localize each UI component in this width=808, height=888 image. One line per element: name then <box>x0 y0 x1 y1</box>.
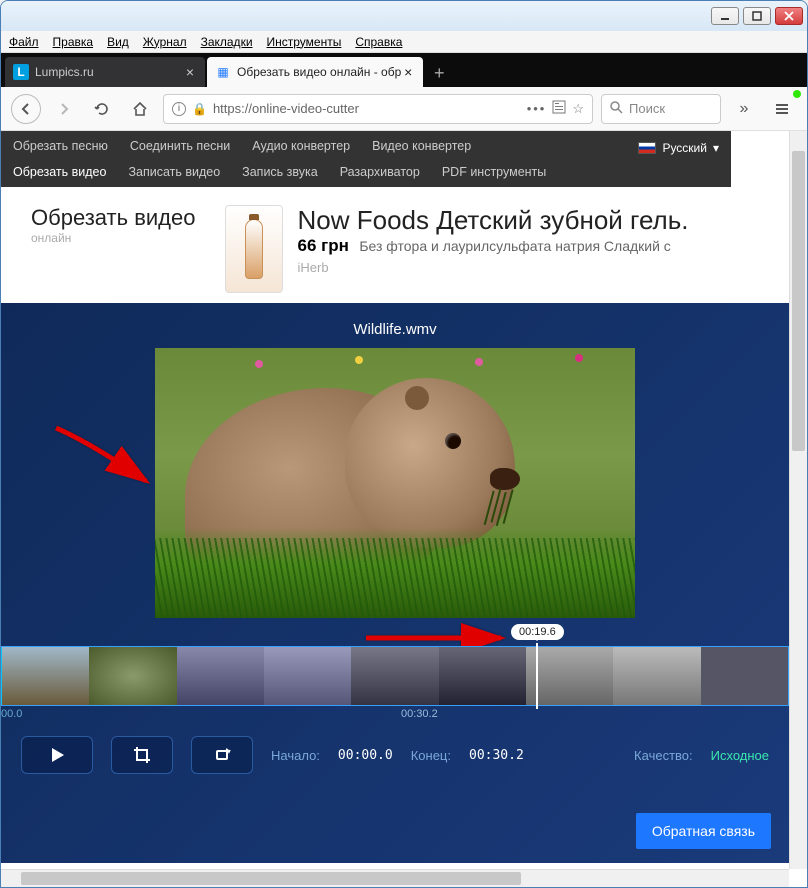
ad-description: Без фтора и лаурилсульфата натрия Сладки… <box>359 238 671 254</box>
start-time-value[interactable]: 00:00.0 <box>338 748 393 763</box>
play-button[interactable] <box>21 736 93 774</box>
nav-video-converter[interactable]: Видео конвертер <box>372 139 471 153</box>
window-close-button[interactable] <box>775 7 803 25</box>
horizontal-scrollbar[interactable] <box>1 869 789 887</box>
close-icon[interactable]: × <box>183 65 197 79</box>
timeline-start-time: 00.0 <box>1 708 22 720</box>
nav-cut-video[interactable]: Обрезать видео <box>13 165 106 179</box>
menu-file[interactable]: Файл <box>9 35 39 49</box>
site-nav: Обрезать песню Соединить песни Аудио кон… <box>1 131 731 187</box>
menu-view[interactable]: Вид <box>107 35 129 49</box>
page-subtitle: онлайн <box>31 231 195 245</box>
nav-pdf-tools[interactable]: PDF инструменты <box>442 165 546 179</box>
nav-audio-converter[interactable]: Аудио конвертер <box>252 139 350 153</box>
end-time-value[interactable]: 00:30.2 <box>469 748 524 763</box>
nav-record-video[interactable]: Записать видео <box>128 165 220 179</box>
video-preview[interactable] <box>155 348 635 618</box>
flag-ru-icon <box>638 142 656 154</box>
menubar: Файл Правка Вид Журнал Закладки Инструме… <box>1 31 807 53</box>
timeline-thumb[interactable] <box>351 647 438 705</box>
ad-title: Now Foods Детский зубной гель. <box>297 205 688 236</box>
ad-image <box>225 205 283 293</box>
start-label: Начало: <box>271 748 320 763</box>
timeline-thumb[interactable] <box>613 647 700 705</box>
rotate-button[interactable] <box>191 736 253 774</box>
timeline-thumb[interactable] <box>701 647 788 705</box>
search-placeholder: Поиск <box>629 101 665 116</box>
ad-price: 66 грн <box>297 236 348 255</box>
app-menu-button[interactable] <box>767 94 797 124</box>
url-bar[interactable]: i 🔒 https://online-video-cutter ••• ☆ <box>163 94 593 124</box>
timeline[interactable]: 00:19.6 00.0 00 <box>1 646 789 706</box>
home-button[interactable] <box>125 94 155 124</box>
forward-button[interactable] <box>49 94 79 124</box>
menu-history[interactable]: Журнал <box>143 35 187 49</box>
chevron-down-icon: ▾ <box>713 141 719 155</box>
vertical-scrollbar[interactable] <box>789 131 807 869</box>
close-icon[interactable]: × <box>401 65 415 79</box>
reader-mode-icon[interactable] <box>552 100 566 117</box>
new-tab-button[interactable]: + <box>425 59 453 87</box>
navbar: i 🔒 https://online-video-cutter ••• ☆ По… <box>1 87 807 131</box>
favicon-film-icon: ▦ <box>215 64 231 80</box>
video-filename: Wildlife.wmv <box>1 321 789 338</box>
menu-help[interactable]: Справка <box>355 35 402 49</box>
timeline-thumb[interactable] <box>264 647 351 705</box>
nav-cut-song[interactable]: Обрезать песню <box>13 139 108 153</box>
window-maximize-button[interactable] <box>743 7 771 25</box>
end-label: Конец: <box>411 748 451 763</box>
timeline-mid-time: 00:30.2 <box>401 708 438 720</box>
bookmark-star-icon[interactable]: ☆ <box>572 101 584 117</box>
nav-record-audio[interactable]: Запись звука <box>242 165 318 179</box>
timeline-thumb[interactable] <box>439 647 526 705</box>
lock-icon: 🔒 <box>192 102 207 116</box>
video-cutter: Wildlife.wmv <box>1 303 789 863</box>
menu-bookmarks[interactable]: Закладки <box>201 35 253 49</box>
playhead-time-bubble: 00:19.6 <box>511 624 564 640</box>
page-actions-icon[interactable]: ••• <box>527 101 547 116</box>
window-titlebar <box>1 1 807 31</box>
nav-unarchiver[interactable]: Разархиватор <box>340 165 420 179</box>
language-selector[interactable]: Русский ▾ <box>638 141 719 155</box>
search-icon <box>610 101 623 117</box>
page-content: Обрезать песню Соединить песни Аудио кон… <box>1 131 807 887</box>
playhead[interactable] <box>536 643 538 709</box>
timeline-thumb[interactable] <box>526 647 613 705</box>
tabstrip: L Lumpics.ru × ▦ Обрезать видео онлайн -… <box>1 53 807 87</box>
tab-label: Обрезать видео онлайн - обр <box>237 65 401 79</box>
tab-video-cutter[interactable]: ▦ Обрезать видео онлайн - обр × <box>207 57 423 87</box>
page-title: Обрезать видео <box>31 205 195 231</box>
annotation-arrow-1 <box>51 423 161 498</box>
controls-row: Начало: 00:00.0 Конец: 00:30.2 Качество:… <box>1 706 789 774</box>
reload-button[interactable] <box>87 94 117 124</box>
tab-lumpics[interactable]: L Lumpics.ru × <box>5 57 205 87</box>
search-box[interactable]: Поиск <box>601 94 721 124</box>
feedback-button[interactable]: Обратная связь <box>636 813 771 849</box>
crop-button[interactable] <box>111 736 173 774</box>
timeline-thumb[interactable] <box>177 647 264 705</box>
quality-label: Качество: <box>634 748 693 763</box>
tab-label: Lumpics.ru <box>35 65 183 79</box>
ad-source: iHerb <box>297 260 688 275</box>
back-button[interactable] <box>11 94 41 124</box>
ad-block[interactable]: Now Foods Детский зубной гель. 66 грн Бе… <box>225 205 688 293</box>
nav-join-songs[interactable]: Соединить песни <box>130 139 230 153</box>
timeline-thumb[interactable] <box>2 647 89 705</box>
menu-tools[interactable]: Инструменты <box>267 35 342 49</box>
quality-value[interactable]: Исходное <box>711 748 769 763</box>
timeline-thumb[interactable] <box>89 647 176 705</box>
info-icon[interactable]: i <box>172 102 186 116</box>
url-text: https://online-video-cutter <box>213 101 521 116</box>
window-minimize-button[interactable] <box>711 7 739 25</box>
menu-edit[interactable]: Правка <box>53 35 94 49</box>
favicon-lumpics: L <box>13 64 29 80</box>
overflow-menu-button[interactable]: » <box>729 94 759 124</box>
